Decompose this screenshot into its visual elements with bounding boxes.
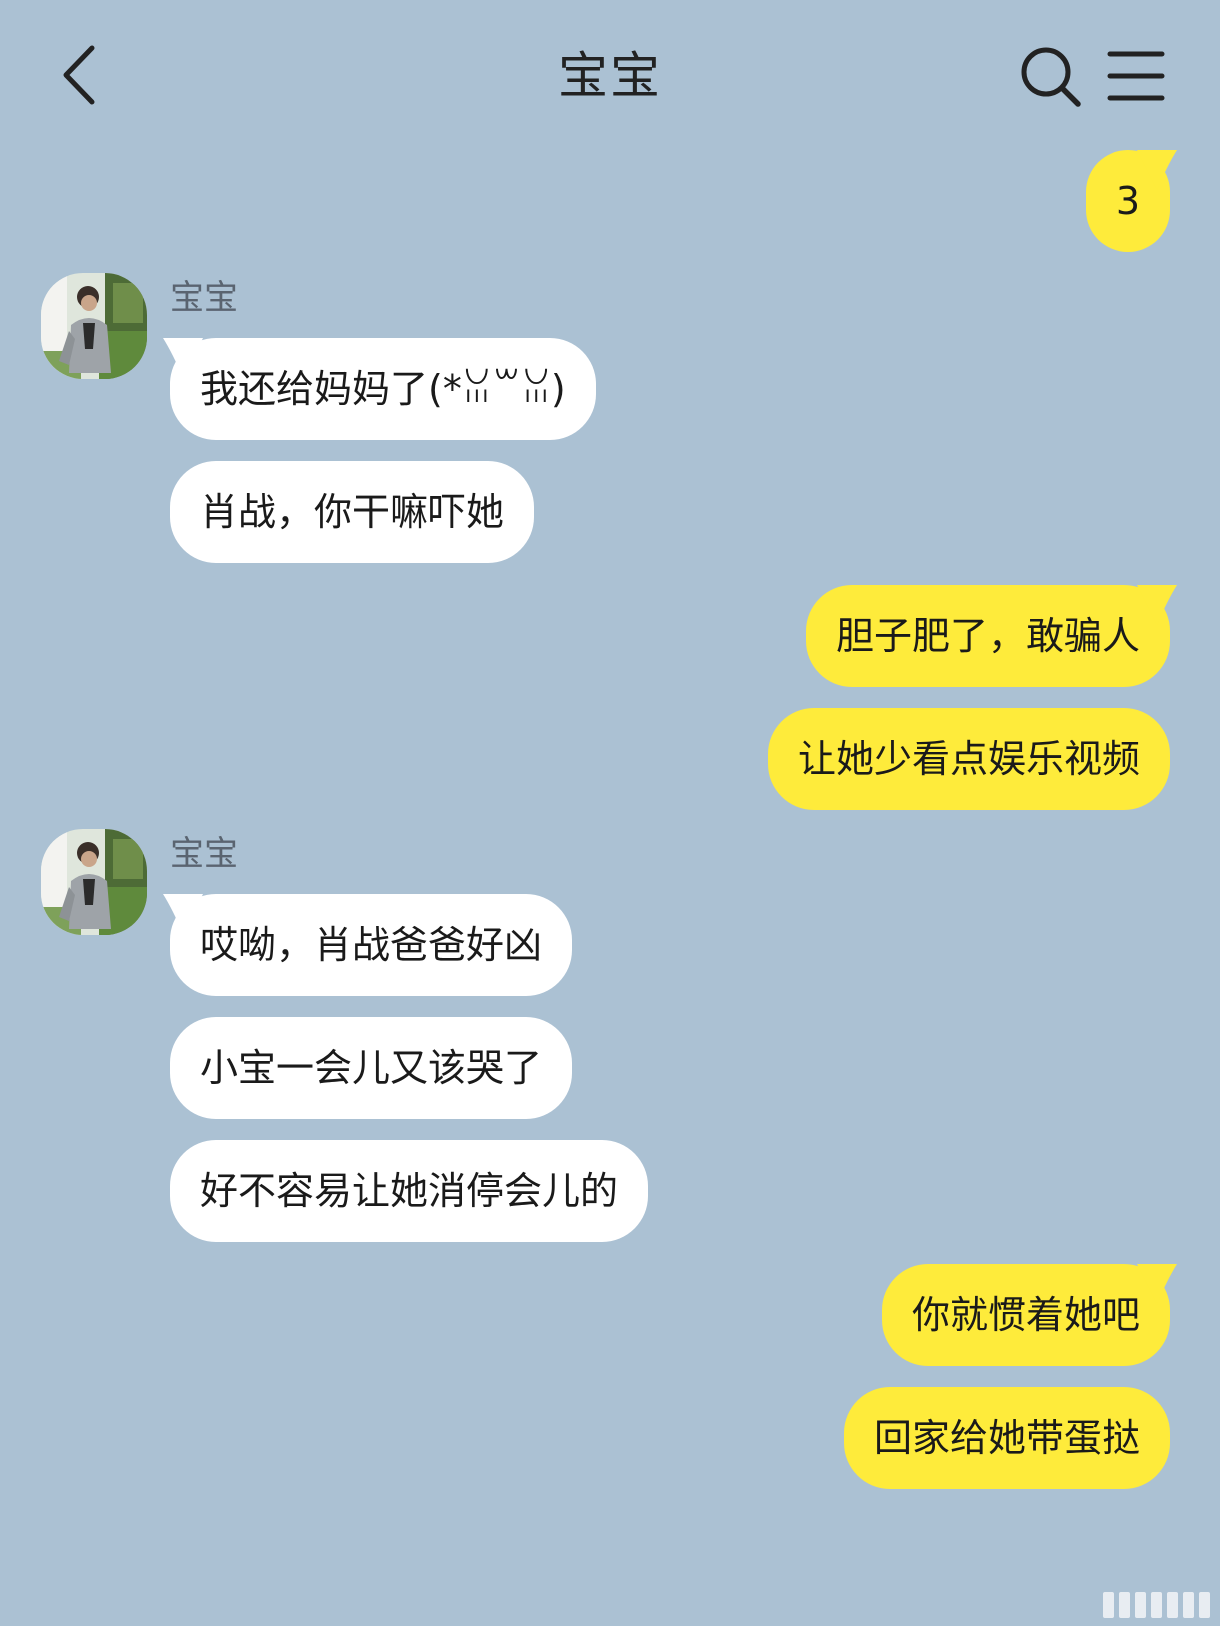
message-bubble-outgoing[interactable]: 让她少看点娱乐视频: [767, 708, 1170, 810]
bubble-tail: [1137, 1264, 1177, 1304]
avatar-image: [41, 829, 147, 935]
message-bubble-outgoing[interactable]: 胆子肥了，敢骗人: [805, 585, 1177, 687]
contact-avatar[interactable]: [41, 273, 147, 379]
menu-icon: [1107, 51, 1165, 101]
watermark: [1103, 1592, 1210, 1618]
search-button[interactable]: [1018, 44, 1084, 110]
search-icon: [1021, 47, 1081, 107]
top-bar: 宝宝: [0, 0, 1220, 150]
message-text: 你就惯着她吧: [911, 1293, 1140, 1337]
message-bubble-outgoing[interactable]: 回家给她带蛋挞: [843, 1387, 1170, 1489]
sender-name: 宝宝: [170, 278, 238, 318]
message-text: 肖战，你干嘛吓她: [200, 490, 505, 534]
avatar-image: [41, 273, 147, 379]
message-bubble-incoming[interactable]: 哎呦，肖战爸爸好凶: [163, 894, 573, 996]
message-bubble-incoming[interactable]: 我还给妈妈了(*ꈍ꒳ꈍ): [163, 338, 596, 440]
message-bubble-incoming[interactable]: 小宝一会儿又该哭了: [170, 1017, 573, 1119]
bubble-tail: [1137, 585, 1177, 625]
back-button[interactable]: [50, 40, 110, 110]
bubble-tail: [1137, 150, 1177, 190]
message-text: 胆子肥了，敢骗人: [835, 614, 1140, 658]
message-text: 回家给她带蛋挞: [873, 1416, 1140, 1460]
message-bubble-incoming[interactable]: 好不容易让她消停会儿的: [170, 1140, 649, 1242]
chevron-left-icon: [63, 45, 95, 105]
contact-avatar[interactable]: [41, 829, 147, 935]
message-text: 让她少看点娱乐视频: [797, 737, 1140, 781]
menu-button[interactable]: [1104, 46, 1168, 106]
message-text: 小宝一会儿又该哭了: [200, 1046, 543, 1090]
bubble-tail: [163, 894, 203, 934]
sender-name: 宝宝: [170, 834, 238, 874]
message-bubble-outgoing[interactable]: 你就惯着她吧: [881, 1264, 1177, 1366]
message-text: 我还给妈妈了(*ꈍ꒳ꈍ): [200, 367, 566, 411]
bubble-tail: [163, 338, 203, 378]
message-text: 好不容易让她消停会儿的: [200, 1169, 619, 1213]
message-bubble-incoming[interactable]: 肖战，你干嘛吓她: [170, 461, 535, 563]
message-bubble-outgoing[interactable]: 3: [1085, 150, 1177, 252]
message-text: 哎呦，肖战爸爸好凶: [200, 923, 543, 967]
